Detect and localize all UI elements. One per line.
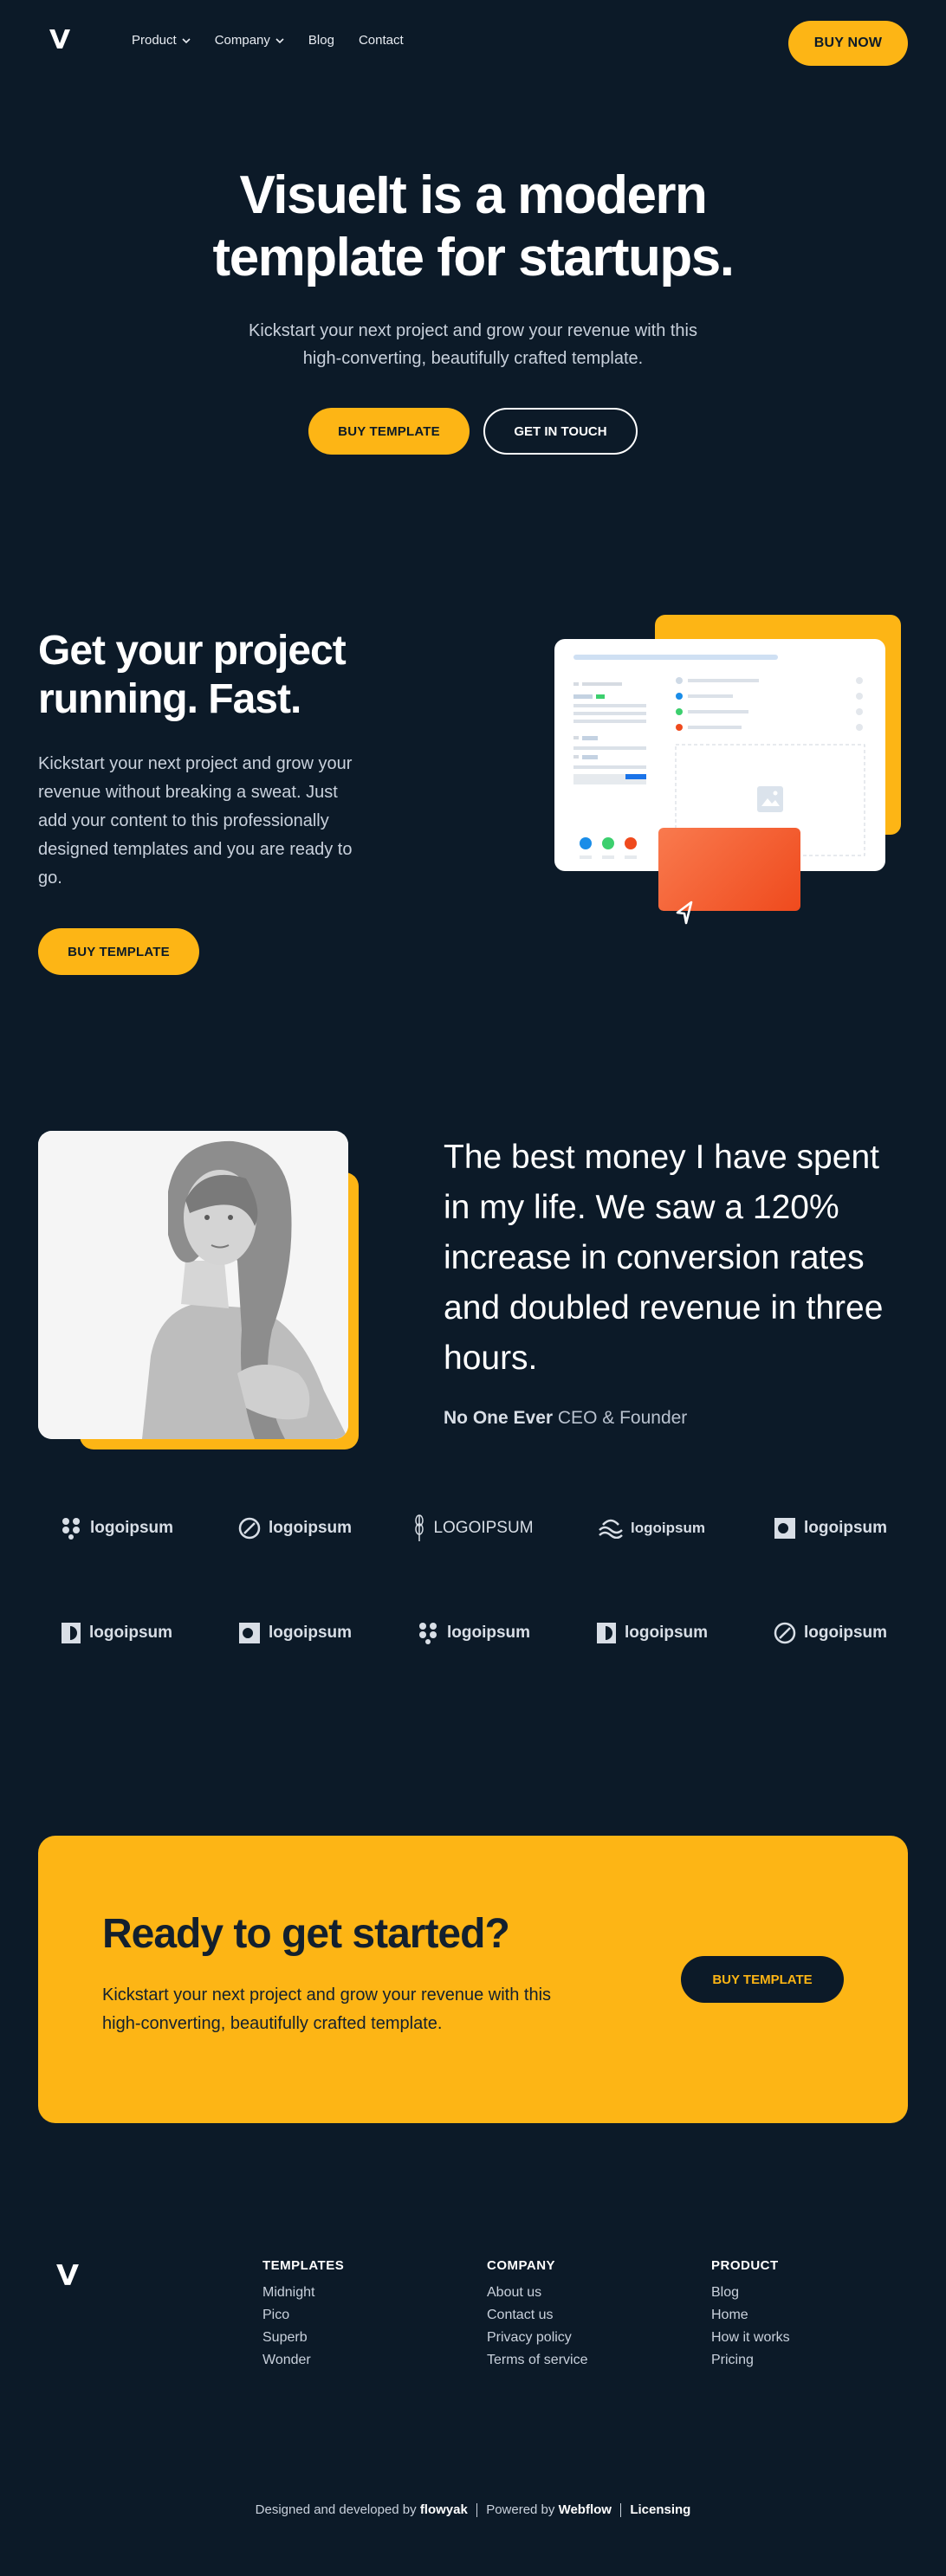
mockup-orange-card [658, 828, 800, 911]
testimonial-author: No One Ever CEO & Founder [444, 1408, 687, 1429]
square-blob-logo-icon [238, 1623, 260, 1643]
footer-col-product: PRODUCT Blog Home How it works Pricing [711, 2258, 790, 2372]
half-circle-logo-icon [596, 1623, 616, 1643]
footer-heading-product: PRODUCT [711, 2258, 779, 2273]
footer-link-wonder[interactable]: Wonder [262, 2349, 344, 2372]
nav-company-label: Company [214, 33, 270, 48]
square-blob-logo-icon [774, 1518, 795, 1539]
feature-text: Kickstart your next project and grow you… [38, 754, 353, 888]
partner-logo-text: logoipsum [268, 1519, 353, 1537]
footer-brand-logo-icon[interactable] [55, 2262, 80, 2288]
hero-title-line2: template for startups. [212, 228, 735, 287]
footer-col-templates: TEMPLATES Midnight Pico Superb Wonder [262, 2258, 344, 2372]
cluster-logo-icon [62, 1518, 80, 1540]
partner-logo: LOGOIPSUM [395, 1514, 551, 1543]
footer-link-how-it-works[interactable]: How it works [711, 2327, 790, 2349]
chevron-down-icon [182, 37, 191, 43]
slash-circle-logo-icon [774, 1622, 796, 1644]
testimonial-quote: The best money I have spent in my life. … [444, 1139, 884, 1377]
author-name: No One Ever [444, 1408, 554, 1428]
partner-logo-text: logoipsum [89, 1519, 174, 1537]
woman-portrait-image [38, 1131, 348, 1439]
partner-logo: logoipsum [573, 1621, 729, 1645]
footer-link-about[interactable]: About us [487, 2282, 587, 2304]
credits-licensing-link[interactable]: Licensing [630, 2502, 690, 2517]
nav-blog[interactable]: Blog [308, 33, 334, 48]
wheat-logo-icon [415, 1514, 424, 1541]
feature-buy-template-button[interactable]: BUY TEMPLATE [38, 928, 199, 975]
footer-link-contact[interactable]: Contact us [487, 2304, 587, 2327]
cluster-logo-icon [418, 1623, 437, 1644]
footer-link-midnight[interactable]: Midnight [262, 2282, 344, 2304]
nav-links: Product Company Blog Contact [132, 33, 404, 48]
logo-row-2: logoipsum logoipsum logoipsum logoipsum … [38, 1621, 908, 1645]
nav-contact[interactable]: Contact [359, 33, 404, 48]
author-role: CEO & Founder [557, 1408, 688, 1428]
hero-buy-template-button[interactable]: BUY TEMPLATE [308, 408, 470, 455]
partner-logo: logoipsum [395, 1621, 551, 1645]
buy-now-button[interactable]: BUY NOW [788, 21, 908, 66]
waves-logo-icon [599, 1519, 623, 1539]
footer-col-company: COMPANY About us Contact us Privacy poli… [487, 2258, 587, 2372]
footer-link-terms[interactable]: Terms of service [487, 2349, 587, 2372]
cta-text: Kickstart your next project and grow you… [102, 1985, 552, 2033]
footer-heading-templates: TEMPLATES [262, 2258, 345, 2273]
footer-link-pricing[interactable]: Pricing [711, 2349, 790, 2372]
brand-logo-icon[interactable] [49, 28, 71, 50]
partner-logo-text: logoipsum [624, 1624, 709, 1642]
hero-subtitle: Kickstart your next project and grow you… [248, 321, 698, 368]
feature-title: Get your project running. Fast. [38, 628, 347, 722]
footer-credits: Designed and developed by flowyak Powere… [0, 2502, 946, 2518]
logo-row-1: logoipsum logoipsum LOGOIPSUM logoipsum … [38, 1514, 908, 1543]
slash-circle-logo-icon [238, 1517, 261, 1540]
partner-logo-text: logoipsum [268, 1624, 353, 1642]
hero-title: VisueIt is a modern template for startup… [0, 165, 946, 289]
hero-title-line1: VisueIt is a modern [239, 165, 708, 225]
nav-company[interactable]: Company [215, 33, 284, 48]
footer-link-blog[interactable]: Blog [711, 2282, 790, 2304]
footer-link-superb[interactable]: Superb [262, 2327, 344, 2349]
half-circle-logo-icon [61, 1623, 81, 1643]
app-mockup-illustration [551, 615, 906, 935]
footer-heading-company: COMPANY [487, 2258, 556, 2273]
partner-logo-text: logoipsum [803, 1624, 888, 1642]
nav-product[interactable]: Product [132, 33, 191, 48]
partner-logo: logoipsum [38, 1514, 194, 1543]
partner-logo: logoipsum [217, 1514, 373, 1543]
partner-logo: logoipsum [573, 1514, 729, 1543]
footer-link-home[interactable]: Home [711, 2304, 790, 2327]
nav-product-label: Product [132, 33, 177, 48]
credits-prefix: Designed and developed by [255, 2502, 417, 2517]
partner-logo-text: logoipsum [803, 1519, 888, 1537]
partner-logo-text: LOGOIPSUM [433, 1519, 534, 1537]
testimonial-photo [38, 1131, 348, 1439]
credits-webflow-link[interactable]: Webflow [559, 2502, 612, 2517]
top-nav: Product Company Blog Contact BUY NOW [0, 0, 946, 87]
footer-link-pico[interactable]: Pico [262, 2304, 344, 2327]
credits-flowyak-link[interactable]: flowyak [420, 2502, 468, 2517]
credits-powered: Powered by [486, 2502, 555, 2517]
cursor-arrow-icon [676, 901, 693, 925]
partner-logo-text: logoipsum [88, 1624, 173, 1642]
divider [476, 2503, 478, 2518]
partner-logo: logoipsum [752, 1621, 908, 1645]
partner-logo: logoipsum [217, 1621, 373, 1645]
cta-buy-template-button[interactable]: BUY TEMPLATE [681, 1956, 844, 2003]
hero-get-in-touch-button[interactable]: GET IN TOUCH [483, 408, 638, 455]
partner-logo-text: logoipsum [446, 1624, 531, 1642]
cta-banner: Ready to get started? Kickstart your nex… [38, 1836, 908, 2123]
footer-link-privacy[interactable]: Privacy policy [487, 2327, 587, 2349]
chevron-down-icon [275, 37, 284, 43]
partner-logo: logoipsum [38, 1621, 194, 1645]
partner-logo: logoipsum [752, 1514, 908, 1543]
divider [620, 2503, 622, 2518]
partner-logo-text: logoipsum [631, 1520, 705, 1536]
cta-title: Ready to get started? [102, 1911, 510, 1957]
